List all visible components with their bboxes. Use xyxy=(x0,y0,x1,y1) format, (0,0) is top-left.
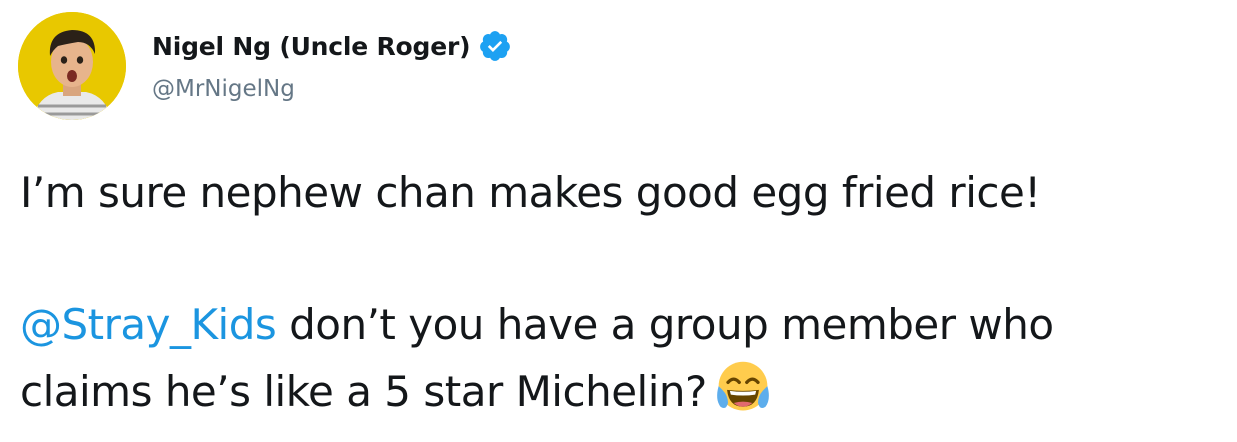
author-handle[interactable]: @MrNigelNg xyxy=(152,76,295,102)
tweet-text: I’m sure nephew chan makes good egg frie… xyxy=(20,160,1220,425)
avatar[interactable] xyxy=(18,12,126,120)
tweet-text-line-1: I’m sure nephew chan makes good egg frie… xyxy=(20,168,1041,217)
avatar-photo xyxy=(18,12,126,120)
mention-link[interactable]: @Stray_Kids xyxy=(20,300,277,349)
verified-badge-icon xyxy=(480,31,511,61)
tweet-text-line-3: claims he’s like a 5 star Michelin? xyxy=(20,358,1220,425)
tweet-card: Nigel Ng (Uncle Roger) @MrNigelNg I’m su… xyxy=(0,0,1237,442)
tweet-text-line-2: @Stray_Kids don’t you have a group membe… xyxy=(20,292,1220,358)
tweet-text-line-2-rest: don’t you have a group member who xyxy=(276,300,1054,349)
author-display-name[interactable]: Nigel Ng (Uncle Roger) xyxy=(152,32,471,61)
face-with-tears-of-joy-icon xyxy=(716,361,769,411)
tweet-text-line-3-text: claims he’s like a 5 star Michelin? xyxy=(20,367,707,416)
author-name-row: Nigel Ng (Uncle Roger) xyxy=(152,28,512,64)
